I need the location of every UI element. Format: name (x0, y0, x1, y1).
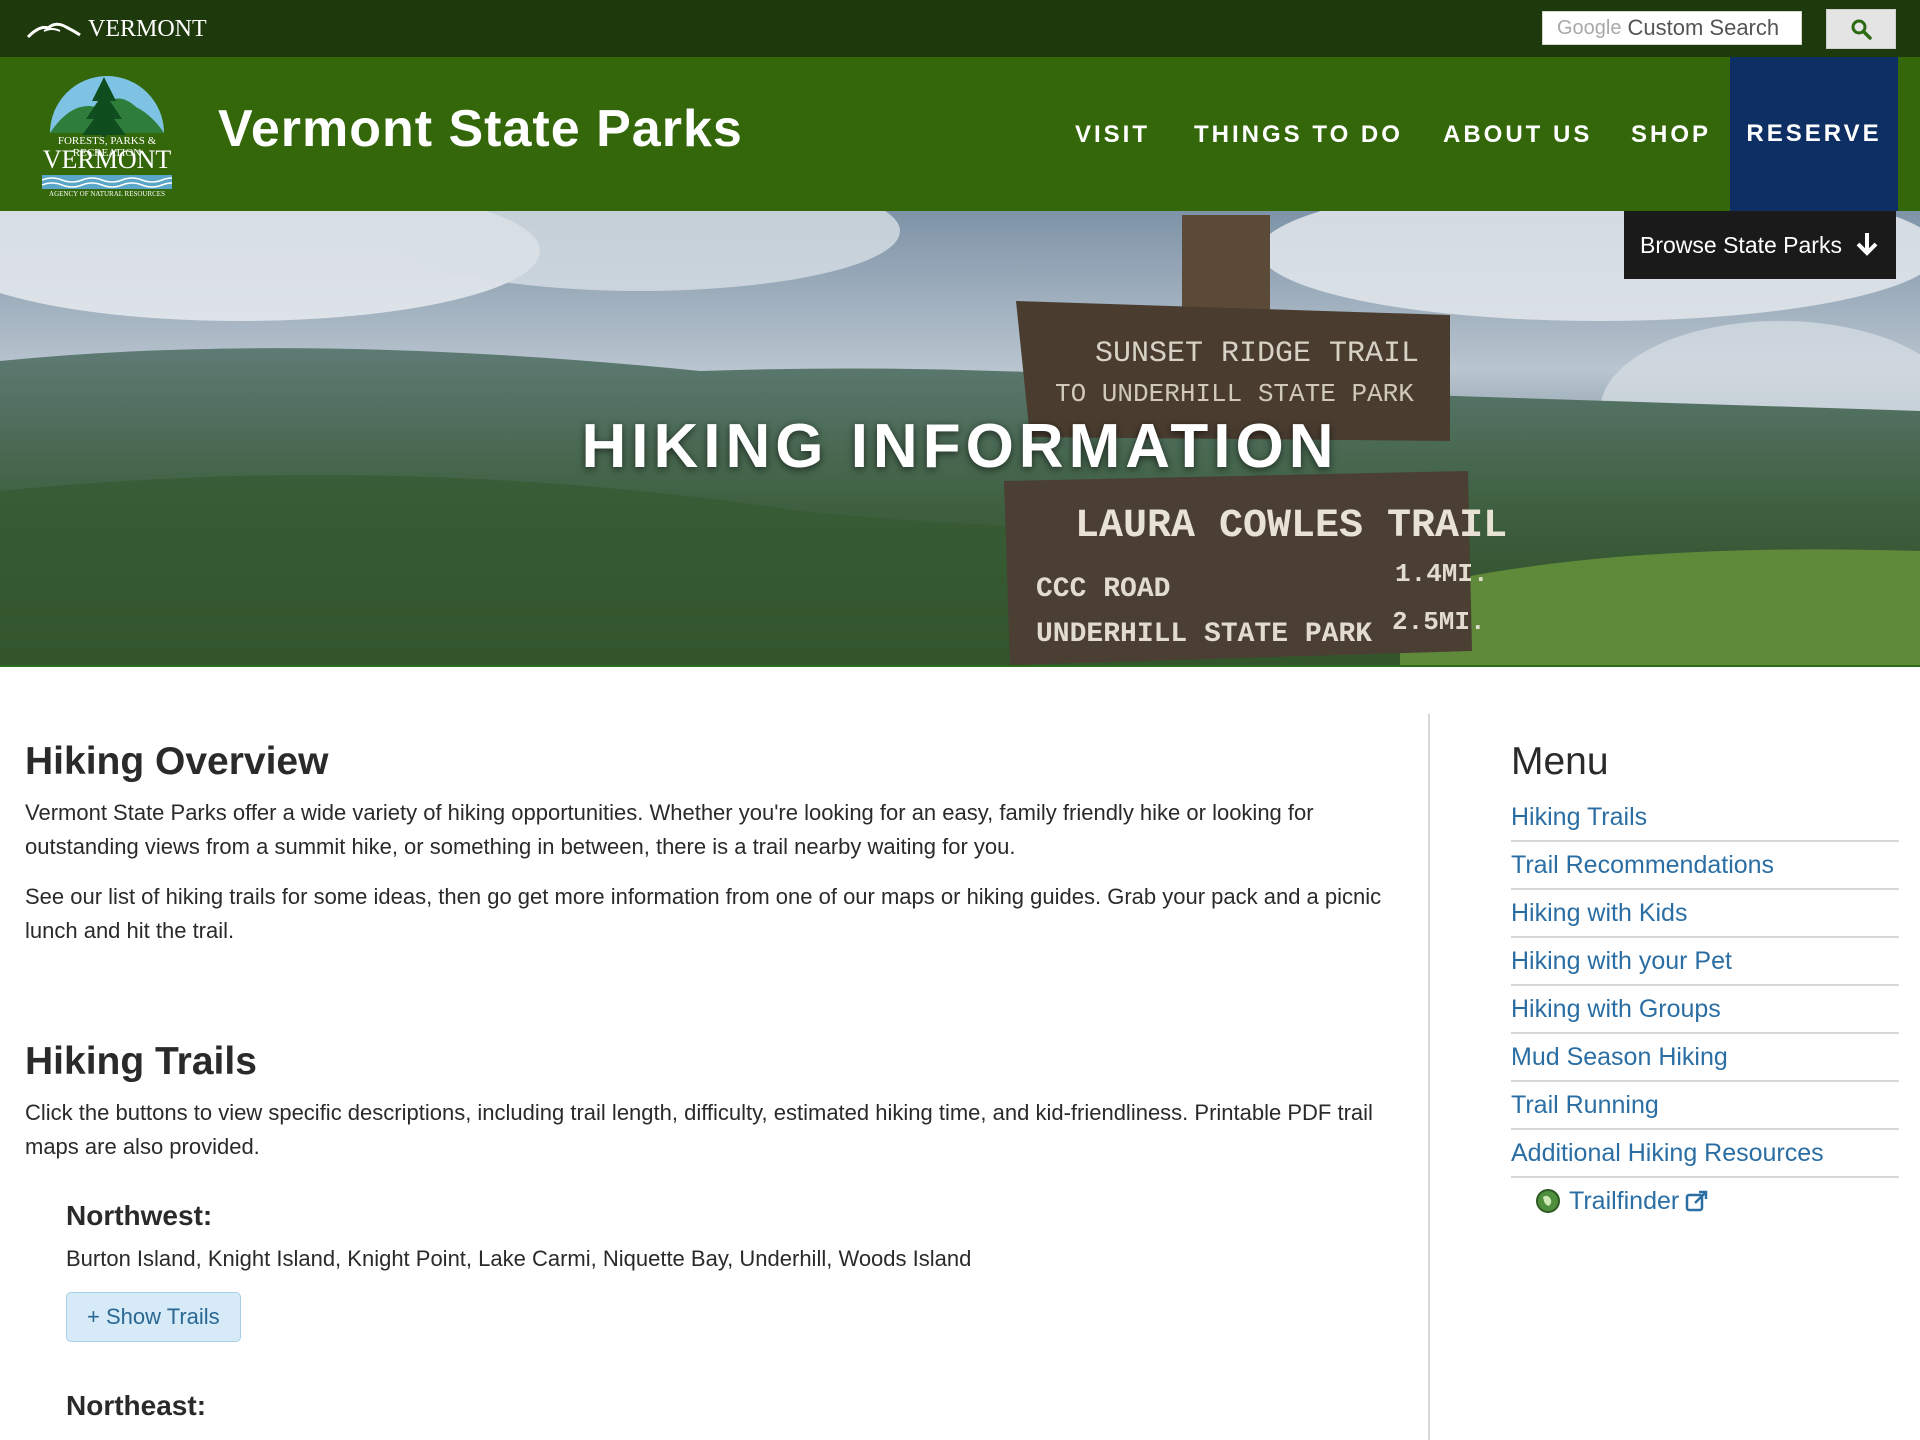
trails-intro: Click the buttons to view specific descr… (25, 1100, 1373, 1159)
nav-shop[interactable]: SHOP (1631, 121, 1711, 149)
sign-lower-line-5: 2.5MI. (1392, 607, 1486, 637)
sidebar-menu: Menu Hiking Trails Trail Recommendations… (1511, 740, 1899, 1224)
search-button[interactable] (1826, 9, 1896, 49)
menu-item-additional-resources[interactable]: Additional Hiking Resources (1511, 1130, 1899, 1178)
sign-lower-line-3: 1.4MI. (1395, 559, 1489, 589)
menu-item-mud-season-hiking[interactable]: Mud Season Hiking (1511, 1034, 1899, 1082)
site-title[interactable]: Vermont State Parks (218, 99, 743, 159)
nav-visit[interactable]: VISIT (1075, 121, 1150, 149)
region-title: Northwest: (66, 1200, 213, 1231)
region-northwest: Northwest: Burton Island, Knight Island,… (25, 1200, 1415, 1422)
vermont-brand-link[interactable]: VERMONT (26, 14, 207, 44)
menu-item-trail-recommendations[interactable]: Trail Recommendations (1511, 842, 1899, 890)
overview-paragraph-1: Vermont State Parks offer a wide variety… (25, 800, 1314, 859)
overview-heading: Hiking Overview (25, 740, 329, 783)
main-content: Hiking Overview Vermont State Parks offe… (25, 740, 1415, 1422)
search-placeholder: Custom Search (1627, 15, 1780, 40)
overview-paragraph-2: See our list of hiking trails for some i… (25, 884, 1382, 943)
mountain-logo-icon (26, 22, 81, 39)
sign-upper-line-2: TO UNDERHILL STATE PARK (1055, 379, 1414, 409)
browse-state-parks-button[interactable]: Browse State Parks (1624, 211, 1896, 279)
menu-item-hiking-with-kids[interactable]: Hiking with Kids (1511, 890, 1899, 938)
hero-title: HIKING INFORMATION (581, 412, 1339, 481)
reserve-button[interactable]: RESERVE (1730, 57, 1898, 211)
site-header: FORESTS, PARKS & RECREATION VERMONT AGEN… (0, 57, 1920, 211)
menu-item-hiking-with-pet[interactable]: Hiking with your Pet (1511, 938, 1899, 986)
utility-bar: VERMONT Google Custom Search (0, 0, 1920, 57)
search-input[interactable]: Google Custom Search (1542, 11, 1802, 45)
column-divider (1428, 714, 1430, 1440)
menu-subitem-trailfinder[interactable]: Trailfinder (1511, 1178, 1899, 1224)
globe-icon (1536, 1189, 1560, 1213)
sign-lower-line-2: CCC ROAD (1036, 574, 1170, 605)
region-parks: Burton Island, Knight Island, Knight Poi… (66, 1246, 972, 1271)
menu-heading: Menu (1511, 740, 1609, 783)
menu-item-trail-running[interactable]: Trail Running (1511, 1082, 1899, 1130)
logo-line-3: AGENCY OF NATURAL RESOURCES (49, 190, 165, 198)
nav-about-us[interactable]: ABOUT US (1443, 121, 1592, 149)
arrow-down-icon (1856, 233, 1878, 256)
search-icon (1851, 19, 1872, 40)
region-title: Northeast: (66, 1390, 207, 1421)
trailfinder-label: Trailfinder (1569, 1186, 1680, 1215)
nav-things-to-do[interactable]: THINGS TO DO (1194, 121, 1403, 149)
external-link-icon (1685, 1190, 1708, 1212)
google-label: Google (1557, 16, 1622, 39)
menu-item-hiking-trails[interactable]: Hiking Trails (1511, 794, 1899, 842)
trails-heading: Hiking Trails (25, 1040, 257, 1083)
menu-item-hiking-with-groups[interactable]: Hiking with Groups (1511, 986, 1899, 1034)
sign-lower-line-4: UNDERHILL STATE PARK (1036, 619, 1372, 650)
hero-banner: SUNSET RIDGE TRAIL TO UNDERHILL STATE PA… (0, 211, 1920, 667)
sign-upper-line-1: SUNSET RIDGE TRAIL (1095, 337, 1419, 371)
sign-lower-line-1: LAURA COWLES TRAIL (1075, 504, 1507, 549)
vermont-brand-text: VERMONT (88, 15, 207, 42)
logo-line-2: VERMONT (42, 145, 172, 174)
show-trails-button[interactable]: + Show Trails (66, 1292, 241, 1342)
water-waves-icon (42, 175, 172, 189)
fpr-logo[interactable]: FORESTS, PARKS & RECREATION VERMONT AGEN… (24, 67, 190, 199)
browse-label: Browse State Parks (1640, 231, 1842, 258)
